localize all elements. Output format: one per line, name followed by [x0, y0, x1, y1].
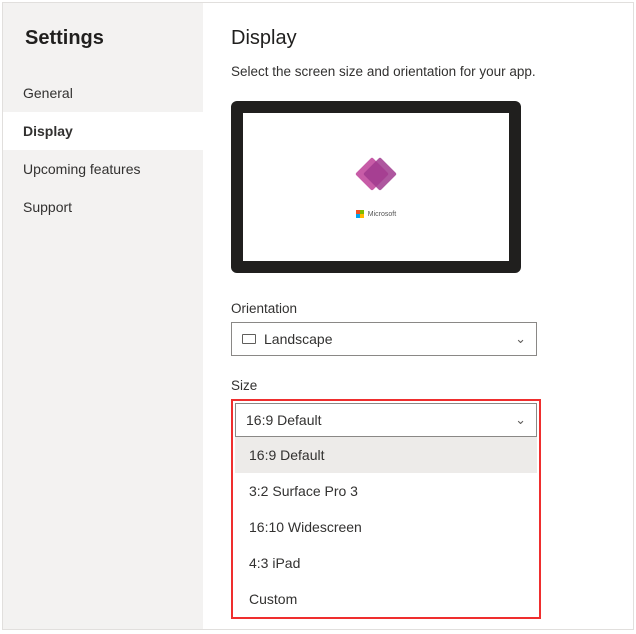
size-value: 16:9 Default [246, 412, 322, 428]
sidebar-item-display[interactable]: Display [3, 112, 203, 150]
page-title: Display [231, 27, 605, 50]
landscape-icon [242, 334, 256, 344]
size-dropdown: 16:9 Default 3:2 Surface Pro 3 16:10 Wid… [235, 437, 537, 617]
device-preview: Microsoft [231, 101, 521, 273]
microsoft-logo-icon [356, 210, 364, 218]
main-panel: Display Select the screen size and orien… [203, 3, 633, 629]
sidebar-item-support[interactable]: Support [3, 188, 203, 226]
size-option-16-9-default[interactable]: 16:9 Default [235, 437, 537, 473]
sidebar: Settings General Display Upcoming featur… [3, 3, 203, 629]
sidebar-item-general[interactable]: General [3, 74, 203, 112]
chevron-down-icon: ⌄ [515, 331, 526, 347]
chevron-down-icon: ⌄ [515, 412, 526, 428]
size-highlight-box: 16:9 Default ⌄ 16:9 Default 3:2 Surface … [231, 399, 541, 619]
size-option-4-3-ipad[interactable]: 4:3 iPad [235, 545, 537, 581]
microsoft-brand-text: Microsoft [368, 211, 396, 218]
sidebar-title: Settings [3, 21, 203, 74]
settings-window: Settings General Display Upcoming featur… [2, 2, 634, 630]
size-option-custom[interactable]: Custom [235, 581, 537, 617]
orientation-value: Landscape [264, 331, 333, 347]
size-option-16-10-widescreen[interactable]: 16:10 Widescreen [235, 509, 537, 545]
obscured-text-2: between height [545, 603, 633, 619]
powerapps-icon [358, 156, 394, 192]
device-screen: Microsoft [243, 113, 509, 261]
obscured-text-1: his off allows [545, 483, 625, 499]
size-label: Size [231, 378, 605, 393]
sidebar-item-upcoming-features[interactable]: Upcoming features [3, 150, 203, 188]
microsoft-brand: Microsoft [356, 210, 396, 218]
size-option-3-2-surface-pro-3[interactable]: 3:2 Surface Pro 3 [235, 473, 537, 509]
orientation-label: Orientation [231, 301, 605, 316]
orientation-select[interactable]: Landscape ⌄ [231, 322, 537, 356]
page-subtitle: Select the screen size and orientation f… [231, 64, 605, 79]
size-select[interactable]: 16:9 Default ⌄ [235, 403, 537, 437]
